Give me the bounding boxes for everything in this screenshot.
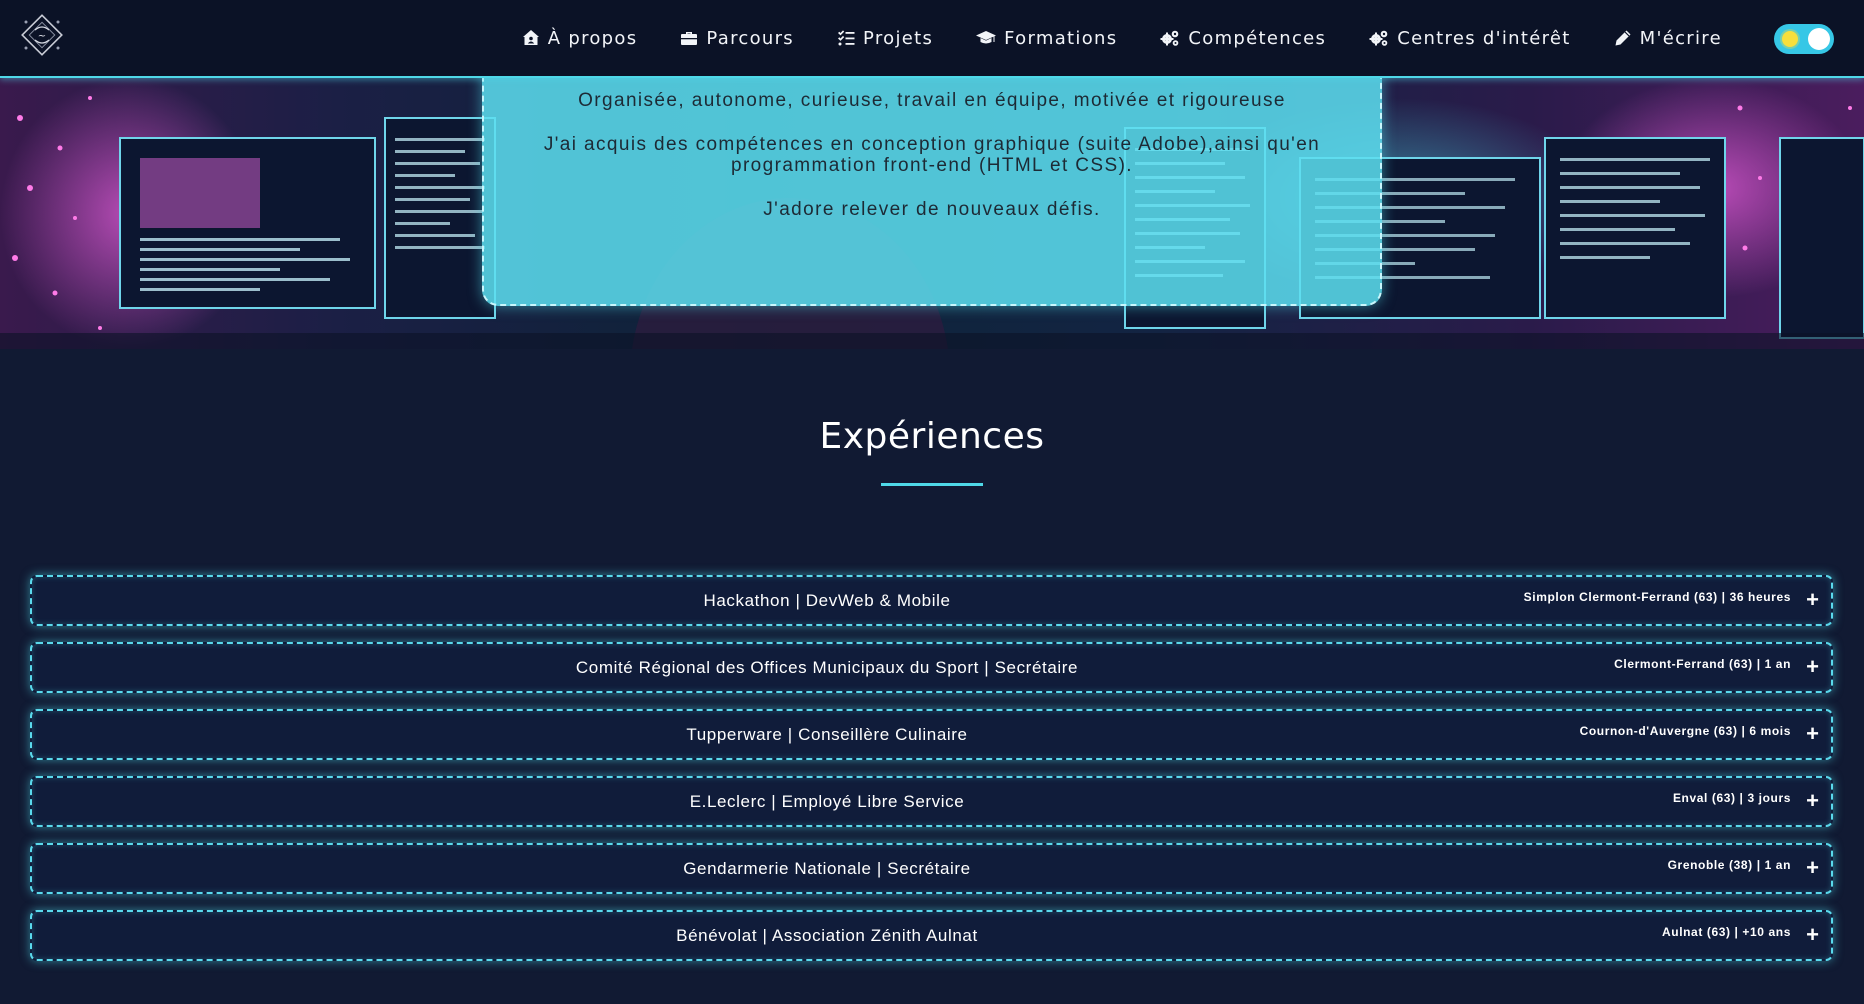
about-qualities: Organisée, autonome, curieuse, travail e… <box>578 90 1286 111</box>
nav-menu: À propos Parcours Projets Formations Com… <box>522 0 1722 76</box>
about-card: Organisée, autonome, curieuse, travail e… <box>482 78 1382 306</box>
nav-item-competences[interactable]: Compétences <box>1160 28 1326 49</box>
experience-title: Hackathon | DevWeb & Mobile <box>703 591 951 610</box>
nav-item-label: À propos <box>547 27 638 49</box>
nav-item-label: Projets <box>862 27 934 49</box>
experience-title: Comité Régional des Offices Municipaux d… <box>575 658 1079 677</box>
nav-item-label: Parcours <box>706 27 794 49</box>
nav-item-formations[interactable]: Formations <box>976 28 1117 49</box>
experience-meta: Grenoble (38) | 1 an <box>1667 858 1791 872</box>
experience-item[interactable]: E.Leclerc | Employé Libre Service Enval … <box>30 776 1833 827</box>
expand-plus-icon[interactable]: + <box>1806 720 1819 748</box>
toggle-knob <box>1808 28 1830 50</box>
graduation-cap-icon <box>976 31 997 44</box>
nav-item-label: Centres d'intérêt <box>1397 27 1571 49</box>
experience-item[interactable]: Gendarmerie Nationale | Secrétaire Greno… <box>30 843 1833 894</box>
experience-item[interactable]: Comité Régional des Offices Municipaux d… <box>30 642 1833 693</box>
experience-item[interactable]: Tupperware | Conseillère Culinaire Courn… <box>30 709 1833 760</box>
experience-title: E.Leclerc | Employé Libre Service <box>689 792 965 811</box>
experience-meta: Enval (63) | 3 jours <box>1672 791 1791 805</box>
about-challenges: J'adore relever de nouveaux défis. <box>763 199 1101 220</box>
sun-icon <box>1782 31 1798 47</box>
svg-text:~: ~ <box>38 31 46 42</box>
experience-item[interactable]: Hackathon | DevWeb & Mobile Simplon Cler… <box>30 575 1833 626</box>
nav-item-projets[interactable]: Projets <box>837 28 933 49</box>
house-user-icon <box>522 30 539 45</box>
gears-icon <box>1369 30 1388 46</box>
nav-item-label: Compétences <box>1188 27 1327 49</box>
theme-toggle[interactable] <box>1774 24 1834 54</box>
experience-title: Bénévolat | Association Zénith Aulnat <box>676 926 978 945</box>
nav-item-centres-interet[interactable]: Centres d'intérêt <box>1369 28 1570 49</box>
experience-meta: Clermont-Ferrand (63) | 1 an <box>1614 657 1791 671</box>
gears-icon <box>1160 30 1179 46</box>
nav-item-a-propos[interactable]: À propos <box>522 28 638 49</box>
experience-title: Tupperware | Conseillère Culinaire <box>686 725 968 744</box>
experience-meta: Cournon-d'Auvergne (63) | 6 mois <box>1579 724 1791 738</box>
expand-plus-icon[interactable]: + <box>1806 653 1819 681</box>
hero-section: Organisée, autonome, curieuse, travail e… <box>0 78 1864 349</box>
pencil-icon <box>1615 30 1631 46</box>
expand-plus-icon[interactable]: + <box>1806 921 1819 949</box>
experience-title: Gendarmerie Nationale | Secrétaire <box>683 859 971 878</box>
expand-plus-icon[interactable]: + <box>1806 586 1819 614</box>
experience-item[interactable]: Bénévolat | Association Zénith Aulnat Au… <box>30 910 1833 961</box>
about-skills: J'ai acquis des compétences en conceptio… <box>543 134 1321 176</box>
nav-item-m-ecrire[interactable]: M'écrire <box>1614 28 1722 49</box>
experience-meta: Aulnat (63) | +10 ans <box>1662 925 1791 939</box>
title-underline <box>881 483 983 486</box>
navbar: ~ À propos Parcours Projets Formations C… <box>0 0 1864 78</box>
nav-item-label: Formations <box>1004 27 1118 49</box>
briefcase-icon <box>681 32 698 45</box>
experience-list: Hackathon | DevWeb & Mobile Simplon Cler… <box>30 575 1833 977</box>
expand-plus-icon[interactable]: + <box>1806 787 1819 815</box>
expand-plus-icon[interactable]: + <box>1806 854 1819 882</box>
list-check-icon <box>837 30 855 46</box>
experience-meta: Simplon Clermont-Ferrand (63) | 36 heure… <box>1523 590 1791 604</box>
section-title-experiences: Expériences <box>819 416 1045 457</box>
nav-item-parcours[interactable]: Parcours <box>680 28 794 49</box>
logo[interactable]: ~ <box>18 10 66 60</box>
nav-item-label: M'écrire <box>1639 27 1722 49</box>
